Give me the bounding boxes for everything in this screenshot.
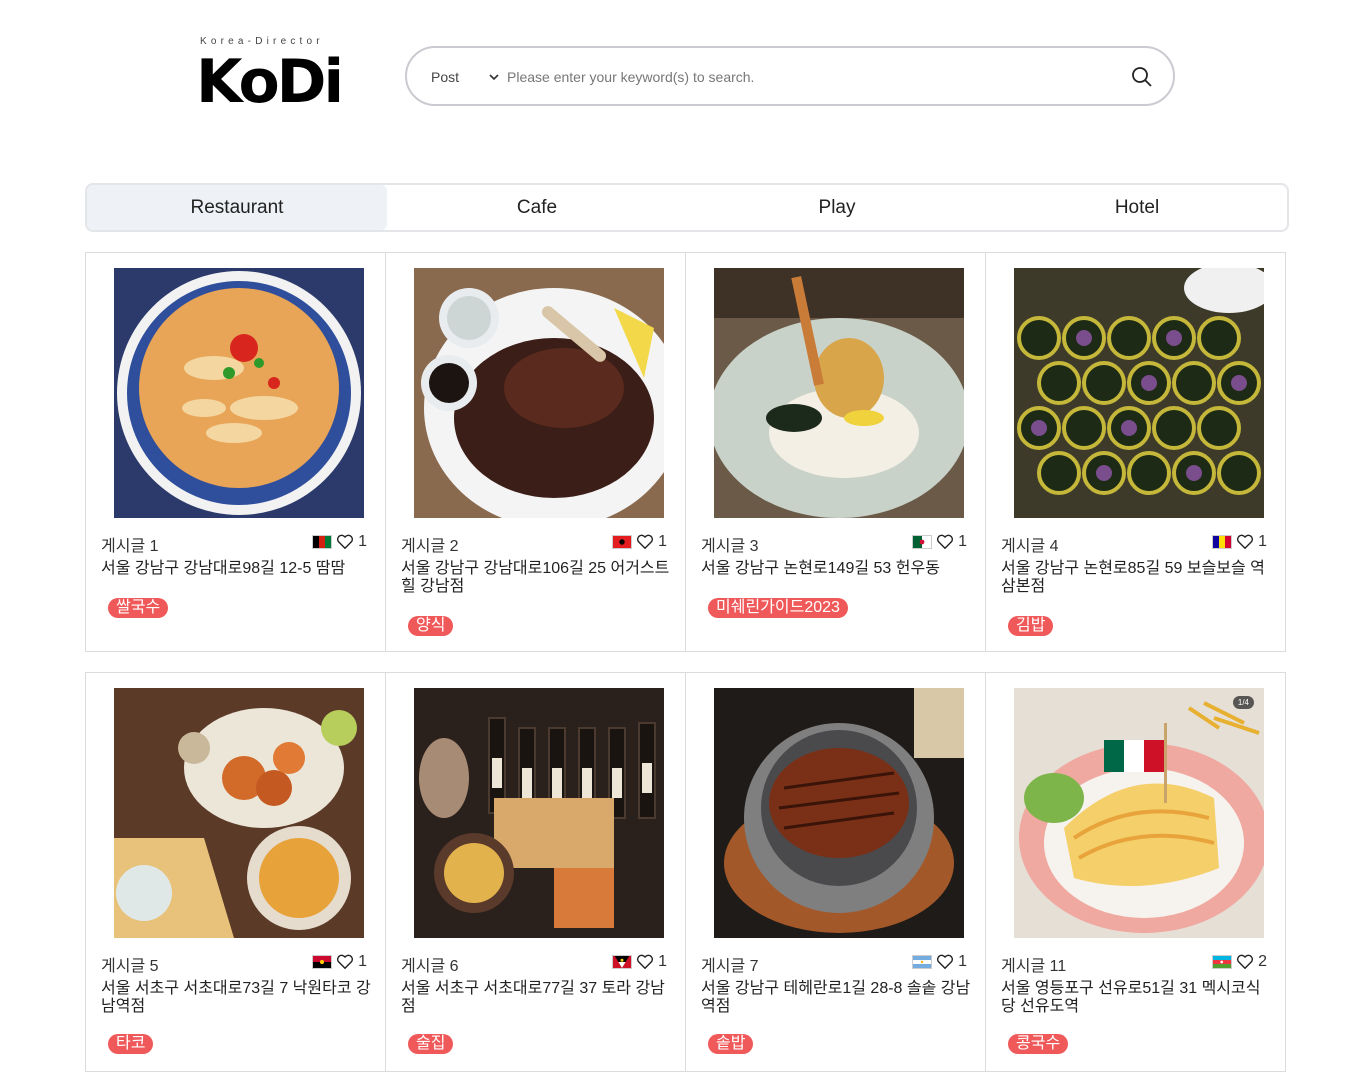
tab-restaurant[interactable]: Restaurant [87, 185, 387, 230]
azerbaijan-flag-icon [1212, 955, 1233, 969]
post-card[interactable]: 게시글 4 1 서울 강남구 논현로85길 59 보슬보슬 역삼본점 김밥 [985, 252, 1286, 652]
post-meta: 1 [1212, 533, 1267, 551]
post-meta: 1 [312, 533, 367, 551]
post-image-udon[interactable] [714, 268, 964, 518]
post-title: 게시글 11 [1001, 958, 1067, 975]
post-title: 게시글 4 [1001, 538, 1059, 555]
search-type-value: Post [431, 69, 460, 85]
post-tag[interactable]: 김밥 [1008, 616, 1054, 636]
like-count: 1 [958, 953, 967, 970]
post-meta: 1 [612, 533, 667, 551]
search-type-select[interactable]: Post [431, 66, 499, 88]
argentina-flag-icon [912, 955, 933, 969]
post-meta: 1 [612, 953, 667, 971]
like-count: 1 [358, 953, 367, 970]
post-title: 게시글 7 [701, 958, 759, 975]
post-tag[interactable]: 콩국수 [1008, 1034, 1069, 1054]
albania-flag-icon [612, 535, 633, 549]
like-count: 1 [658, 953, 667, 970]
post-meta: 1 [912, 953, 967, 971]
post-image-kimbap[interactable] [1014, 268, 1264, 518]
post-title: 게시글 2 [401, 538, 459, 555]
post-title: 게시글 6 [401, 958, 459, 975]
post-tag[interactable]: 솥밥 [708, 1034, 754, 1054]
post-card[interactable]: 게시글 7 1 서울 강남구 테헤란로1길 28-8 솔솥 강남역점 솥밥 [685, 672, 986, 1072]
post-card[interactable]: 게시글 2 1 서울 강남구 강남대로106길 25 어거스트힐 강남점 양식 [385, 252, 686, 652]
heart-icon[interactable] [1236, 534, 1254, 550]
post-title: 게시글 3 [701, 538, 759, 555]
post-title: 게시글 5 [101, 958, 159, 975]
post-card[interactable]: 1/4 게시글 11 2 서울 영등포구 선유로51길 31 멕시코식당 선유도… [985, 672, 1286, 1072]
post-image-taco-platter[interactable] [114, 688, 364, 938]
heart-icon[interactable] [336, 954, 354, 970]
post-meta: 1 [912, 533, 967, 551]
category-tabs: Restaurant Cafe Play Hotel [85, 183, 1289, 232]
post-address: 서울 강남구 강남대로106길 25 어거스트힐 강남점 [401, 560, 670, 595]
post-image-steak[interactable] [414, 268, 664, 518]
chevron-down-icon [489, 74, 499, 81]
search-bar: Post [405, 46, 1175, 106]
post-meta: 1 [312, 953, 367, 971]
search-input[interactable] [507, 62, 1107, 92]
afghanistan-flag-icon [312, 535, 333, 549]
antigua-flag-icon [612, 955, 633, 969]
post-address: 서울 강남구 논현로85길 59 보슬보슬 역삼본점 [1001, 560, 1265, 595]
post-address: 서울 서초구 서초대로77길 37 토라 강남점 [401, 980, 665, 1015]
post-card[interactable]: 게시글 6 1 서울 서초구 서초대로77길 37 토라 강남점 술집 [385, 672, 686, 1072]
like-count: 1 [1258, 533, 1267, 550]
post-address: 서울 서초구 서초대로73길 7 낙원타코 강남역점 [101, 980, 371, 1015]
post-title: 게시글 1 [101, 538, 159, 555]
tab-cafe[interactable]: Cafe [387, 185, 687, 230]
search-button[interactable] [1129, 64, 1155, 90]
post-image-izakaya[interactable] [414, 688, 664, 938]
post-address: 서울 강남구 강남대로98길 12-5 땀땀 [101, 560, 346, 577]
like-count: 1 [358, 533, 367, 550]
kodi-logo[interactable]: Korea-Director KoDi [196, 36, 346, 126]
post-address: 서울 영등포구 선유로51길 31 멕시코식당 선유도역 [1001, 980, 1261, 1015]
like-count: 1 [658, 533, 667, 550]
post-card[interactable]: 게시글 5 1 서울 서초구 서초대로73길 7 낙원타코 강남역점 타코 [85, 672, 386, 1072]
algeria-flag-icon [912, 535, 933, 549]
image-pager-badge: 1/4 [1232, 696, 1254, 709]
post-image-mexican-plate[interactable]: 1/4 [1014, 688, 1264, 938]
heart-icon[interactable] [936, 534, 954, 550]
like-count: 1 [958, 533, 967, 550]
post-tag[interactable]: 타코 [108, 1034, 154, 1054]
heart-icon[interactable] [336, 534, 354, 550]
logo-wordmark: KoDi [196, 47, 344, 117]
heart-icon[interactable] [1236, 954, 1254, 970]
heart-icon[interactable] [636, 954, 654, 970]
post-tag[interactable]: 미쉐린가이드2023 [708, 598, 848, 618]
andorra-flag-icon [1212, 535, 1233, 549]
post-card[interactable]: 게시글 3 1 서울 강남구 논현로149길 53 헌우동 미쉐린가이드2023 [685, 252, 986, 652]
post-tag[interactable]: 술집 [408, 1034, 454, 1054]
tab-play[interactable]: Play [687, 185, 987, 230]
post-image-eel-rice[interactable] [714, 688, 964, 938]
post-meta: 2 [1212, 953, 1267, 971]
post-image-noodle-bowl[interactable] [114, 268, 364, 518]
search-icon [1132, 67, 1152, 87]
like-count: 2 [1258, 953, 1267, 970]
post-address: 서울 강남구 논현로149길 53 헌우동 [701, 560, 940, 577]
post-tag[interactable]: 양식 [408, 616, 454, 636]
angola-flag-icon [312, 955, 333, 969]
heart-icon[interactable] [936, 954, 954, 970]
post-address: 서울 강남구 테헤란로1길 28-8 솔솥 강남역점 [701, 980, 971, 1015]
tab-hotel[interactable]: Hotel [987, 185, 1287, 230]
post-card[interactable]: 게시글 1 1 서울 강남구 강남대로98길 12-5 땀땀 쌀국수 [85, 252, 386, 652]
post-tag[interactable]: 쌀국수 [108, 598, 169, 618]
heart-icon[interactable] [636, 534, 654, 550]
